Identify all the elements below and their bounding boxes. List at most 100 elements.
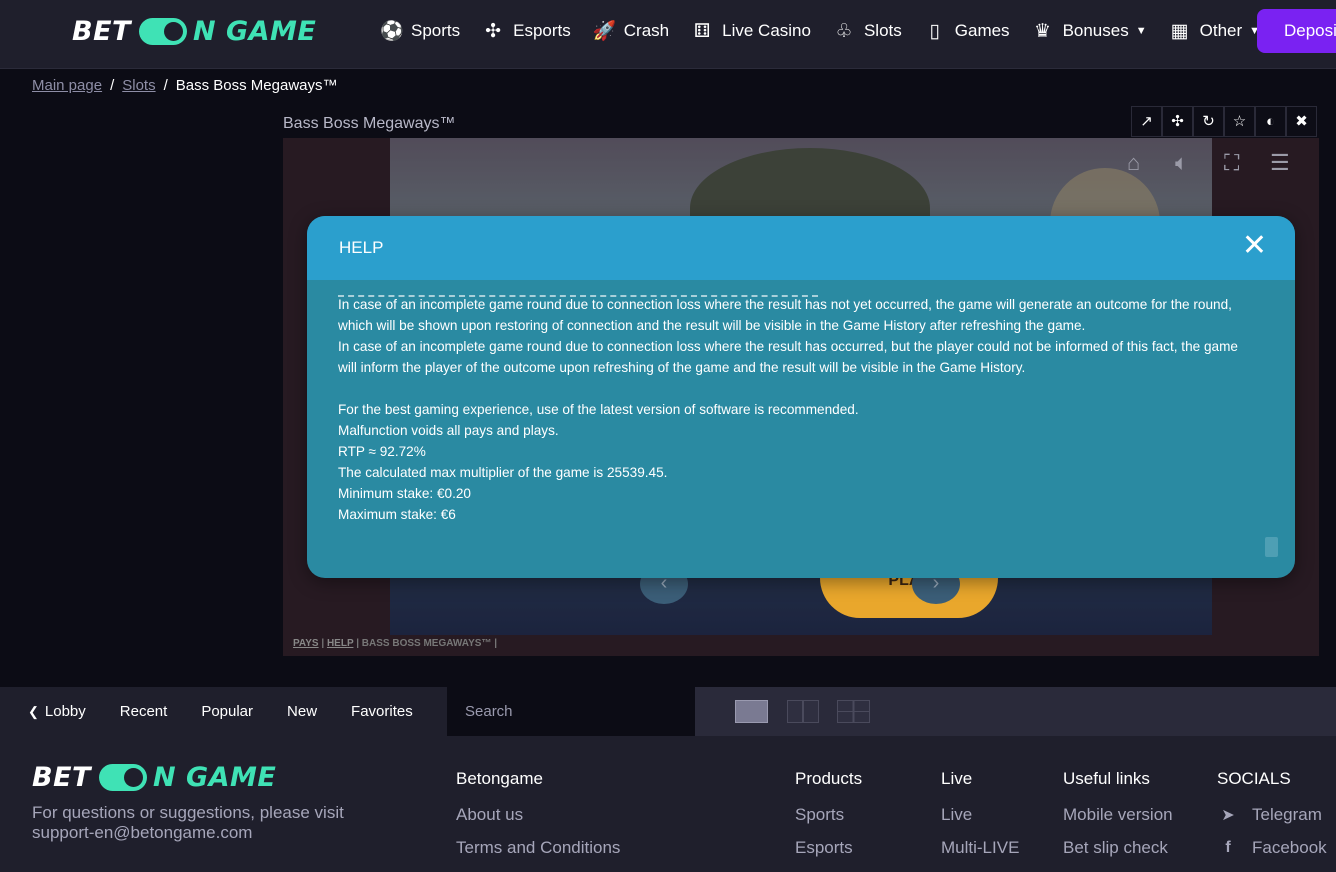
footer-col-products: Products Sports Esports xyxy=(795,769,862,871)
help-dialog: HELP ✕ In case of an incomplete game rou… xyxy=(307,216,1295,578)
nav-label: Esports xyxy=(513,21,571,40)
tab-new[interactable]: New xyxy=(287,703,317,720)
help-content[interactable]: In case of an incomplete game round due … xyxy=(338,294,1238,525)
nav-live-casino[interactable]: ⚅ Live Casino xyxy=(691,20,811,43)
tab-popular[interactable]: Popular xyxy=(201,703,253,720)
footer-contact-text: For questions or suggestions, please vis… xyxy=(32,803,344,842)
logo-toggle-icon xyxy=(98,764,147,791)
game-footer: PAYS | HELP | BASS BOSS MEGAWAYS™ | xyxy=(283,635,1319,656)
sound-icon[interactable]: 🔈︎ xyxy=(1175,150,1188,176)
nav-other[interactable]: ▦ Other ▼ xyxy=(1169,20,1260,43)
main-menu: ⚽ Sports ✣ Esports 🚀 Crash ⚅ Live Casino ♧ Sl… xyxy=(380,0,1282,62)
max-multiplier-text: The calculated max multiplier of the gam… xyxy=(338,465,668,480)
help-paragraph: For the best gaming experience, use of t… xyxy=(338,402,859,417)
logo-toggle-icon xyxy=(138,18,187,45)
tab-recent[interactable]: Recent xyxy=(120,703,168,720)
deposit-button[interactable]: Deposit xyxy=(1257,9,1336,53)
crown-icon: ♛ xyxy=(1034,20,1052,42)
chevron-left-icon: ❮ xyxy=(28,703,39,719)
footer-col-useful-links: Useful links Mobile version Bet slip che… xyxy=(1063,769,1173,871)
footer-logo[interactable]: BET N GAME xyxy=(32,762,276,793)
open-new-window-icon[interactable]: ↗ xyxy=(1131,106,1162,137)
footer-link-terms[interactable]: Terms and Conditions xyxy=(456,838,620,858)
nav-slots[interactable]: ♧ Slots xyxy=(833,20,902,43)
footer-link-live[interactable]: Live xyxy=(941,805,1019,825)
gamepad-icon: ✣ xyxy=(485,20,502,42)
logo-word-game: N GAME xyxy=(152,762,277,793)
footer-col-title: SOCIALS xyxy=(1217,769,1291,788)
search-input[interactable]: Search xyxy=(447,687,695,736)
grid-icon: ▦ xyxy=(1170,20,1189,42)
footer-col-title: Useful links xyxy=(1063,769,1150,788)
cards-icon: ▯ xyxy=(929,20,940,42)
fullscreen-icon[interactable]: ⛶ xyxy=(1224,150,1239,176)
footer-link-multi-live[interactable]: Multi-LIVE xyxy=(941,838,1019,858)
nav-label: Other xyxy=(1199,21,1243,40)
footer-col-betongame: Betongame About us Terms and Conditions xyxy=(456,769,620,871)
pays-link[interactable]: PAYS xyxy=(293,638,319,649)
nav-label: Sports xyxy=(411,21,461,40)
nav-crash[interactable]: 🚀 Crash xyxy=(593,19,669,43)
menu-icon[interactable]: ☰ xyxy=(1270,150,1290,176)
min-stake-text: Minimum stake: €0.20 xyxy=(338,486,471,501)
toggle-icon[interactable]: ◐ xyxy=(1255,106,1286,137)
footer-col-title: Live xyxy=(941,769,973,788)
single-view-icon[interactable] xyxy=(735,700,768,723)
game-title: Bass Boss Megaways™ xyxy=(283,115,456,132)
footer-link-telegram[interactable]: ➤ Telegram xyxy=(1217,805,1327,825)
max-stake-text: Maximum stake: €6 xyxy=(338,507,456,522)
lobby-bar: ❮ Lobby Recent Popular New Favorites Sear… xyxy=(0,687,1336,736)
nav-label: Live Casino xyxy=(722,21,811,40)
help-title: HELP xyxy=(339,238,384,257)
logo-word-bet: BET xyxy=(72,16,131,47)
top-navbar: BET N GAME ⚽ Sports ✣ Esports 🚀 Crash ⚅ Live… xyxy=(0,0,1336,69)
footer-col-live: Live Live Multi-LIVE xyxy=(941,769,1019,871)
social-label: Facebook xyxy=(1252,838,1327,857)
game-toolbar: ↗ ✣ ↻ ☆ ◐ ✖ xyxy=(1131,106,1317,137)
scrollbar-thumb[interactable] xyxy=(1265,537,1278,557)
lobby-label: Lobby xyxy=(44,703,86,720)
home-icon[interactable]: ⌂ xyxy=(1127,150,1140,176)
logo-word-bet: BET xyxy=(32,762,91,793)
quad-view-icon[interactable] xyxy=(837,700,870,723)
help-paragraph: Malfunction voids all pays and plays. xyxy=(338,423,559,438)
nav-label: Slots xyxy=(863,21,902,40)
expand-icon[interactable]: ✣ xyxy=(1162,106,1193,137)
favorite-star-icon[interactable]: ☆ xyxy=(1224,106,1255,137)
footer-link-about[interactable]: About us xyxy=(456,805,620,825)
close-icon[interactable]: ✖ xyxy=(1286,106,1317,137)
dice-icon: ⚅ xyxy=(693,20,711,42)
footer-col-title: Products xyxy=(795,769,863,788)
nav-games[interactable]: ▯ Games xyxy=(924,20,1010,43)
tab-favorites[interactable]: Favorites xyxy=(351,703,413,720)
help-header: HELP ✕ xyxy=(307,216,1295,280)
breadcrumb-current: Bass Boss Megaways™ xyxy=(175,77,338,94)
reload-icon[interactable]: ↻ xyxy=(1193,106,1224,137)
help-link[interactable]: HELP xyxy=(327,638,354,649)
rtp-text: RTP ≈ 92.72% xyxy=(338,444,426,459)
breadcrumb-slots[interactable]: Slots xyxy=(122,77,155,94)
footer-link-bet-slip[interactable]: Bet slip check xyxy=(1063,838,1173,858)
footer: BET N GAME For questions or suggestions,… xyxy=(0,736,1336,872)
cherry-icon: ♧ xyxy=(835,20,853,42)
footer-link-facebook[interactable]: f Facebook xyxy=(1217,838,1327,858)
footer-link-esports[interactable]: Esports xyxy=(795,838,862,858)
breadcrumb-main-page[interactable]: Main page xyxy=(32,77,102,94)
split-view-icon[interactable] xyxy=(787,700,819,723)
nav-label: Crash xyxy=(623,21,670,40)
footer-link-mobile[interactable]: Mobile version xyxy=(1063,805,1173,825)
breadcrumb-separator: / xyxy=(163,77,168,94)
social-label: Telegram xyxy=(1252,805,1322,824)
nav-sports[interactable]: ⚽ Sports xyxy=(380,19,460,43)
lobby-tabs: ❮ Lobby Recent Popular New Favorites xyxy=(0,687,447,736)
close-icon[interactable]: ✕ xyxy=(1242,231,1267,261)
footer-col-title: Betongame xyxy=(456,769,543,788)
footer-link-sports[interactable]: Sports xyxy=(795,805,862,825)
nav-bonuses[interactable]: ♛ Bonuses ▼ xyxy=(1032,20,1147,43)
brand-logo[interactable]: BET N GAME xyxy=(72,16,316,47)
nav-label: Bonuses xyxy=(1062,21,1129,40)
lobby-back-button[interactable]: ❮ Lobby xyxy=(28,703,86,720)
nav-esports[interactable]: ✣ Esports xyxy=(482,20,571,43)
breadcrumb-separator: / xyxy=(110,77,115,94)
telegram-icon: ➤ xyxy=(1221,807,1235,824)
